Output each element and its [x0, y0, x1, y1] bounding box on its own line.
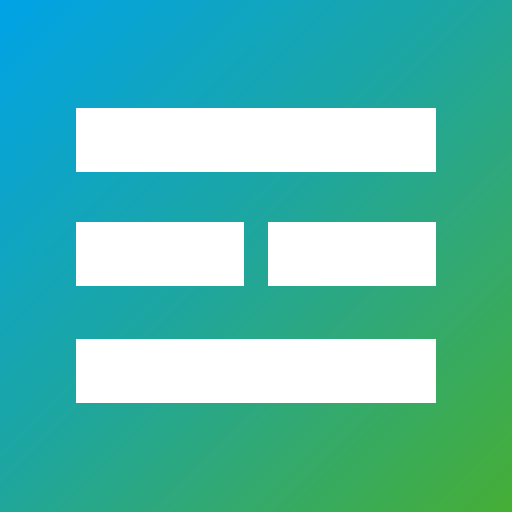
layout-bar-bottom	[76, 339, 436, 403]
layout-bar-top	[76, 108, 436, 172]
layout-bar-middle-left	[76, 222, 244, 286]
layout-bar-middle-right	[268, 222, 436, 286]
app-icon-tile	[0, 0, 512, 512]
